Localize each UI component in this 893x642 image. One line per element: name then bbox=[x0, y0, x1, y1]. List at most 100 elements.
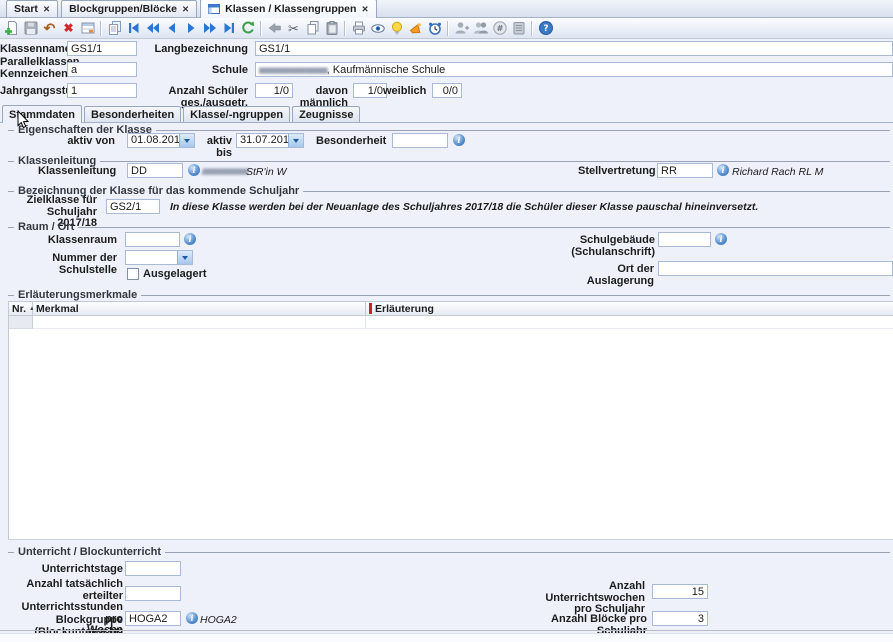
window-tab-klassen[interactable]: Klassen / Klassengruppen ✕ bbox=[200, 0, 376, 18]
tab-label: Klasse/-ngruppen bbox=[190, 109, 283, 121]
new-document-button[interactable] bbox=[2, 19, 21, 38]
tab-stammdaten[interactable]: Stammdaten bbox=[2, 105, 82, 123]
blockgruppe-input[interactable] bbox=[125, 611, 181, 626]
user-add-button[interactable] bbox=[452, 19, 471, 38]
stunden-input[interactable] bbox=[125, 586, 181, 601]
duplicate-button[interactable] bbox=[105, 19, 124, 38]
ort-auslagerung-label: Ort der Auslagerung bbox=[553, 264, 654, 287]
notes-icon bbox=[511, 20, 527, 36]
copy-button[interactable] bbox=[303, 19, 322, 38]
chevron-down-icon[interactable] bbox=[179, 134, 194, 147]
column-marker bbox=[369, 303, 372, 314]
erlaeuterungen-table: Nr. ▲ Merkmal Erläuterung bbox=[8, 301, 893, 540]
besonderheit-input[interactable] bbox=[392, 133, 448, 148]
close-icon[interactable]: ✕ bbox=[182, 5, 189, 14]
table-row[interactable] bbox=[9, 316, 893, 329]
user-group-button[interactable] bbox=[471, 19, 490, 38]
klassenname-input[interactable] bbox=[67, 41, 137, 56]
undo-button[interactable]: ↶ bbox=[40, 19, 59, 38]
notes-button[interactable] bbox=[509, 19, 528, 38]
schulstelle-label: Nummer der Schulstelle bbox=[0, 253, 117, 276]
aktiv-von-label: aktiv von bbox=[40, 136, 115, 148]
toolbar: ↶ ✖ ✂ # ? bbox=[0, 18, 893, 39]
jahrgangsstufe-input[interactable] bbox=[67, 83, 137, 98]
nav-forward-icon bbox=[183, 20, 199, 36]
nav-last-button[interactable] bbox=[219, 19, 238, 38]
section-bezeichnung: Bezeichnung der Klasse für das kommende … bbox=[8, 185, 890, 197]
parallelklassen-input[interactable] bbox=[67, 62, 137, 77]
number-badge-button[interactable]: # bbox=[490, 19, 509, 38]
zielklasse-input[interactable] bbox=[106, 199, 160, 214]
tab-zeugnisse[interactable]: Zeugnisse bbox=[292, 106, 360, 122]
klassenleitung-name-redacted: ▆▆▆▆ ▆▆▆▆▆▆ bbox=[202, 167, 247, 175]
info-icon[interactable] bbox=[184, 233, 196, 245]
announce-button[interactable] bbox=[406, 19, 425, 38]
anzahl-schueler-input[interactable] bbox=[255, 83, 293, 98]
duplicate-icon bbox=[107, 20, 123, 36]
ort-auslagerung-input[interactable] bbox=[658, 261, 893, 276]
chevron-down-icon[interactable] bbox=[177, 251, 192, 264]
klassenleitung-input[interactable] bbox=[127, 163, 183, 178]
ausgelagert-checkbox[interactable] bbox=[127, 268, 139, 280]
schulstelle-select[interactable] bbox=[125, 250, 193, 265]
info-icon[interactable] bbox=[186, 612, 198, 624]
hint-button[interactable] bbox=[387, 19, 406, 38]
paste-icon bbox=[324, 20, 340, 36]
wochen-input[interactable] bbox=[652, 584, 708, 599]
window-tab-start[interactable]: Start ✕ bbox=[6, 0, 58, 17]
bloecke-input[interactable] bbox=[652, 611, 708, 626]
row-selector-cell[interactable] bbox=[9, 316, 33, 329]
column-header-nr[interactable]: Nr. ▲ bbox=[9, 301, 33, 316]
tab-klassengruppen[interactable]: Klasse/-ngruppen bbox=[183, 106, 290, 122]
cut-icon: ✂ bbox=[288, 22, 299, 35]
nav-forward-button[interactable] bbox=[181, 19, 200, 38]
tab-besonderheiten[interactable]: Besonderheiten bbox=[84, 106, 181, 122]
help-button[interactable]: ? bbox=[536, 19, 555, 38]
save-icon bbox=[23, 20, 39, 36]
delete-button[interactable]: ✖ bbox=[59, 19, 78, 38]
window-tab-label: Blockgruppen/Blöcke bbox=[69, 3, 177, 15]
nav-fast-back-button[interactable] bbox=[143, 19, 162, 38]
schulgebaeude-input[interactable] bbox=[658, 232, 711, 247]
klassenraum-input[interactable] bbox=[125, 232, 180, 247]
save-button[interactable] bbox=[21, 19, 40, 38]
maennlich-input[interactable] bbox=[353, 83, 387, 98]
table-cell[interactable] bbox=[33, 316, 366, 329]
nav-back-icon bbox=[164, 20, 180, 36]
paste-button[interactable] bbox=[322, 19, 341, 38]
info-icon[interactable] bbox=[188, 164, 200, 176]
info-icon[interactable] bbox=[453, 134, 465, 146]
cut-button[interactable]: ✂ bbox=[284, 19, 303, 38]
unterrichtstage-input[interactable] bbox=[125, 561, 181, 576]
close-icon[interactable]: ✕ bbox=[43, 5, 50, 14]
unterrichtstage-label: Unterrichtstage bbox=[28, 564, 123, 576]
refresh-button[interactable] bbox=[238, 19, 257, 38]
column-header-merkmal[interactable]: Merkmal bbox=[33, 301, 366, 316]
aktiv-von-select[interactable]: 01.08.2016 bbox=[127, 133, 195, 148]
bottom-divider bbox=[0, 630, 893, 631]
nav-fast-forward-button[interactable] bbox=[200, 19, 219, 38]
info-icon[interactable] bbox=[715, 233, 727, 245]
table-cell[interactable] bbox=[366, 316, 893, 329]
copy-icon bbox=[305, 20, 321, 36]
close-icon[interactable]: ✕ bbox=[361, 5, 368, 14]
alarm-clock-button[interactable] bbox=[425, 19, 444, 38]
preview-button[interactable] bbox=[368, 19, 387, 38]
info-icon[interactable] bbox=[717, 164, 729, 176]
aktiv-bis-select[interactable]: 31.07.2017 bbox=[236, 133, 304, 148]
back-arrow-button[interactable] bbox=[265, 19, 284, 38]
langbezeichnung-input[interactable] bbox=[255, 41, 893, 56]
datasheet-button[interactable] bbox=[78, 19, 97, 38]
tab-label: Besonderheiten bbox=[91, 109, 174, 121]
print-button[interactable] bbox=[349, 19, 368, 38]
column-header-erlaeuterung[interactable]: Erläuterung bbox=[366, 301, 893, 316]
chevron-down-icon[interactable] bbox=[288, 134, 303, 147]
delete-icon: ✖ bbox=[63, 22, 73, 34]
nav-first-button[interactable] bbox=[124, 19, 143, 38]
klassenname-label: Klassenname bbox=[0, 44, 58, 56]
stellvertretung-input[interactable] bbox=[657, 163, 713, 178]
window-tab-blockgruppen[interactable]: Blockgruppen/Blöcke ✕ bbox=[61, 0, 197, 17]
schule-field[interactable]: ▆▆▆▆▆▆▆ ▆▆▆ ▆▆▆▆▆ , Kaufmännische Schule bbox=[255, 62, 893, 77]
nav-back-button[interactable] bbox=[162, 19, 181, 38]
weiblich-input[interactable] bbox=[432, 83, 462, 98]
